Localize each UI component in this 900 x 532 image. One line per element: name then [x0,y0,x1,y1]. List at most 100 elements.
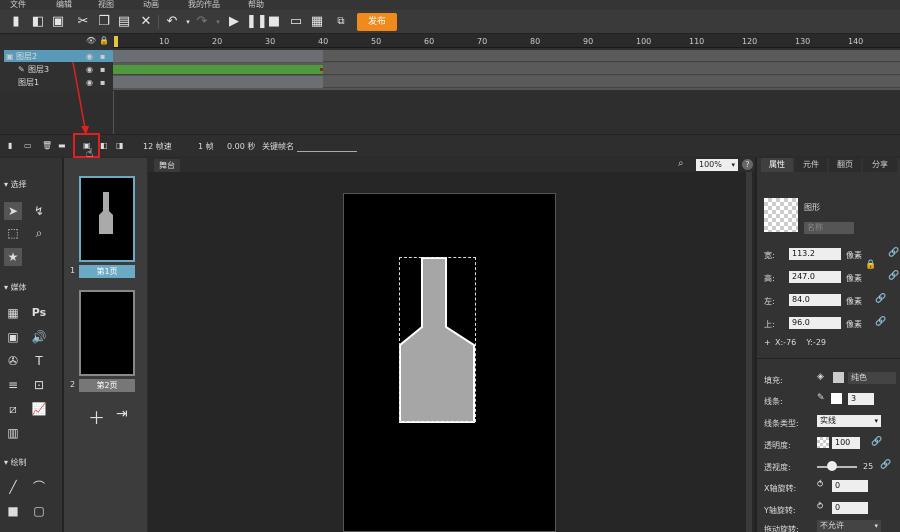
page-thumb-1[interactable] [79,176,135,262]
pause-icon[interactable]: ❚❚ [246,14,268,30]
opacity-field[interactable]: 100 [832,437,860,449]
board-tool-icon[interactable]: ⊡ [30,376,48,394]
shape-select-tool-icon[interactable]: ★ [4,248,22,266]
tween-span[interactable] [113,65,323,74]
lock-icon[interactable]: ▪ [100,52,105,61]
preview-icon[interactable]: ▭ [288,14,304,30]
link-icon[interactable]: 🔗 [875,317,886,327]
perspective-slider-handle[interactable] [827,461,837,471]
page-label-2[interactable]: 第2页 [79,379,135,392]
top-field[interactable]: 96.0 [789,317,841,329]
menu-help[interactable]: 帮助 [248,0,264,10]
x-rotation-field[interactable]: 0 [832,480,868,492]
stroke-type-select[interactable]: 实线 ▾ [817,415,881,427]
tab-page-turn[interactable]: 翻页 [829,158,861,172]
drag-rotation-select[interactable]: 不允许 ▾ [817,520,881,532]
zoom-select[interactable]: 100% ▾ [696,159,738,171]
ps-import-icon[interactable]: Ps [30,304,48,322]
redo-dropdown-icon[interactable]: ▾ [210,14,226,30]
copy-icon[interactable]: ❐ [96,14,112,30]
link-icon[interactable]: 🔗 [871,437,882,447]
stroke-color-swatch[interactable] [831,393,842,404]
frame-row[interactable] [113,50,900,62]
transform-tool-icon[interactable]: ⬚ [4,224,22,242]
lock-icon[interactable]: ▪ [100,78,105,87]
cut-icon[interactable]: ✂ [75,14,91,30]
curve-tool-icon[interactable]: ⌒ [30,478,48,496]
tab-share[interactable]: 分享 [863,158,897,172]
menu-view[interactable]: 视图 [98,0,114,10]
qr-code-icon[interactable]: ▦ [309,14,325,30]
sound-tool-icon[interactable]: 🔊 [30,328,48,346]
new-layer-icon[interactable]: ▮ [8,141,12,150]
page-label-1[interactable]: 第1页 [79,265,135,278]
fill-bucket-icon[interactable]: ◈ [817,372,824,382]
new-file-icon[interactable]: ▮ [8,14,24,30]
link-icon[interactable]: 🔗 [875,294,886,304]
stage-scrollbar[interactable] [746,172,752,532]
add-page-icon[interactable]: ＋ [88,404,105,429]
import-page-icon[interactable]: ⇥ [116,406,128,422]
link-icon[interactable]: 🔗 [880,460,891,470]
open-file-icon[interactable]: ◧ [30,14,46,30]
rounded-rect-tool-icon[interactable]: ▢ [30,502,48,520]
folder-icon[interactable]: ▬ [58,141,66,150]
paragraph-tool-icon[interactable]: ≡ [4,376,22,394]
tab-properties[interactable]: 属性 [761,158,793,172]
save-icon[interactable]: ▣ [50,14,66,30]
menu-animation[interactable]: 动画 [143,0,159,10]
layer-row-2[interactable]: ▣ 图层2 ◉ ▪ [4,50,113,62]
line-tool-icon[interactable]: ╱ [4,478,22,496]
fps-label[interactable]: 12 帧速 [143,141,172,152]
barcode-tool-icon[interactable]: ▥ [4,424,22,442]
button-tool-icon[interactable]: ✇ [4,352,22,370]
page-thumb-2[interactable] [79,290,135,376]
lock-icon[interactable]: ▪ [100,65,105,74]
link-icon[interactable]: 🔗 [888,248,899,258]
delete-icon[interactable]: ✕ [138,14,154,30]
text-tool-icon[interactable]: T [30,352,48,370]
play-icon[interactable]: ▶ [226,14,242,30]
fill-color-swatch[interactable] [833,372,844,383]
rect-tool-icon[interactable]: ■ [4,502,22,520]
lock-ratio-icon[interactable]: 🔒 [865,260,876,270]
keyframe-tool-icon[interactable]: ◧ [100,141,108,150]
layer-row-3[interactable]: ✎ 图层3 ◉ ▪ [4,63,113,75]
layer-row-1[interactable]: 图层1 ◉ ▪ [4,76,113,88]
html-tool-icon[interactable]: ⧄ [4,400,22,418]
selection-bounding-box[interactable] [399,257,476,422]
redo-icon[interactable]: ↷ [194,14,210,30]
frame-span[interactable] [113,76,323,88]
frame-span[interactable] [113,50,323,62]
frame-ruler[interactable]: 10 20 30 40 50 60 70 80 90 100 110 120 1… [113,35,900,48]
tab-symbols[interactable]: 元件 [795,158,827,172]
new-folder-icon[interactable]: ▭ [24,141,32,150]
draw-section-header[interactable]: ▾ 绘制 [0,456,62,470]
playhead-marker[interactable] [114,36,118,47]
pen-icon[interactable]: ✎ [817,393,825,403]
link-icon[interactable]: 🔗 [888,271,899,281]
stroke-width-field[interactable]: 3 [848,393,874,405]
undo-icon[interactable]: ↶ [164,14,180,30]
publish-button[interactable]: 发布 [357,13,397,31]
media-section-header[interactable]: ▾ 媒体 [0,281,62,295]
name-field[interactable]: 名称 [804,222,854,234]
select-section-header[interactable]: ▾ 选择 [0,178,62,192]
search-icon[interactable]: ⌕ [678,158,684,169]
paste-icon[interactable]: ▤ [116,14,132,30]
delete-layer-icon[interactable]: 🗑 [42,141,52,150]
help-icon[interactable]: ? [742,159,753,170]
blank-keyframe-icon[interactable]: ◨ [116,141,124,150]
fill-type-select[interactable]: 纯色 [848,372,896,384]
menu-file[interactable]: 文件 [10,0,26,10]
frame-row[interactable] [113,76,900,88]
menu-edit[interactable]: 编辑 [56,0,72,10]
zoom-tool-icon[interactable]: ⌕ [30,224,48,242]
pointer-tool-icon[interactable]: ➤ [4,202,22,220]
chart-tool-icon[interactable]: 📈 [30,400,48,418]
frame-grid[interactable] [113,50,900,90]
image-tool-icon[interactable]: ▣ [4,328,22,346]
keyframe-name-input[interactable] [297,151,357,152]
stop-icon[interactable]: ■ [266,14,282,30]
grid-tool-icon[interactable]: ▦ [4,304,22,322]
